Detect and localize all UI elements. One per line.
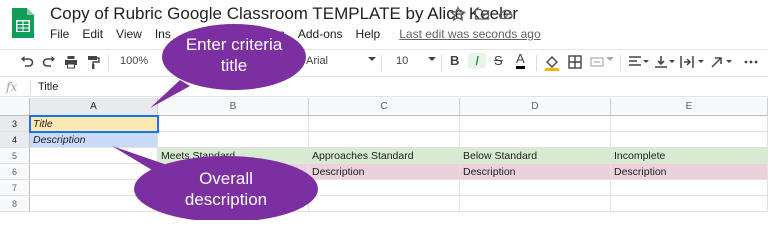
callout-bubbles <box>112 24 318 220</box>
callout-criteria-title: Enter criteria title <box>185 35 283 75</box>
callout-overall-description: Overall description <box>184 169 268 209</box>
